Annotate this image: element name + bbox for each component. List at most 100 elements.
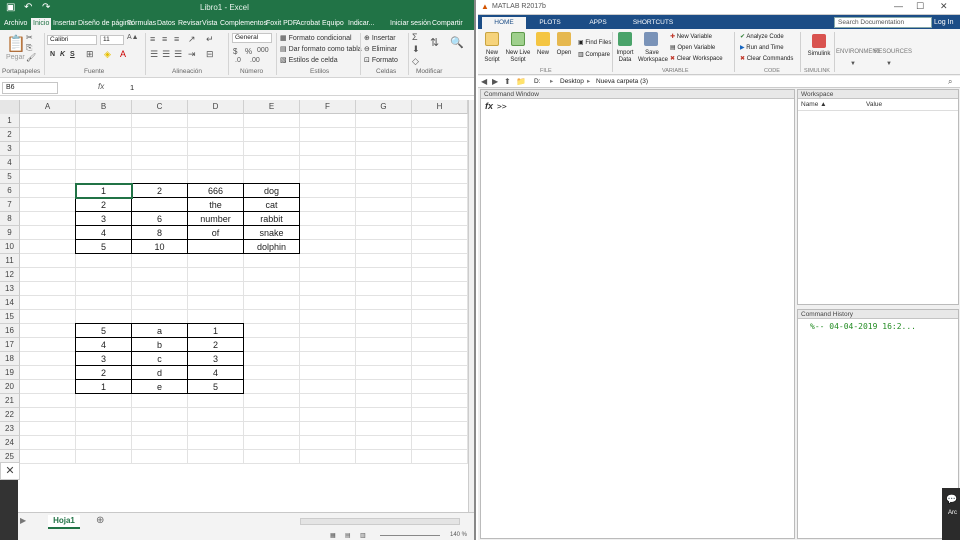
table1-cell[interactable]: 10 — [131, 239, 188, 254]
maximize-icon[interactable]: ☐ — [916, 1, 924, 12]
font-size-select[interactable]: 11 — [100, 35, 124, 45]
format-painter-icon[interactable]: 🖌 — [26, 53, 36, 62]
align-top-icon[interactable]: ≡ — [150, 34, 155, 44]
zoom-slider[interactable] — [380, 535, 440, 536]
tab-home[interactable]: HOME — [482, 17, 526, 29]
borders-icon[interactable]: ⊞ — [86, 49, 94, 60]
font-name-select[interactable]: Calibri — [47, 35, 97, 45]
page-break-icon[interactable]: ▥ — [360, 532, 366, 539]
insert-function-icon[interactable]: fx — [98, 82, 104, 91]
page-layout-icon[interactable]: ▤ — [345, 532, 351, 539]
table2-cell[interactable]: 4 — [187, 365, 244, 380]
workspace-panel[interactable]: Workspace Name ▲ Value — [797, 89, 959, 305]
tab-shortcuts[interactable]: SHORTCUTS — [628, 17, 678, 29]
new-script-button[interactable]: New Script — [480, 50, 504, 64]
table2-cell[interactable]: 3 — [187, 351, 244, 366]
history-entry[interactable]: %-- 04-04-2019 16:2... — [810, 322, 916, 331]
table2-cell[interactable]: 5 — [75, 323, 132, 338]
select-all-corner[interactable] — [0, 100, 20, 114]
sort-filter-icon[interactable]: ⇅ — [430, 36, 439, 49]
row-header-9[interactable]: 9 — [0, 226, 20, 240]
table1-cell[interactable]: 3 — [75, 211, 132, 226]
import-data-button[interactable]: Import Data — [612, 50, 638, 64]
normal-view-icon[interactable]: ▦ — [330, 532, 336, 539]
redo-icon[interactable]: ↷ — [42, 2, 50, 13]
table1-cell[interactable]: dolphin — [243, 239, 300, 254]
sheet-nav-right-icon[interactable]: ▶ — [20, 516, 26, 525]
fill-color-icon[interactable]: ◈ — [104, 49, 111, 60]
row-header-7[interactable]: 7 — [0, 198, 20, 212]
table1-cell[interactable]: 4 — [75, 225, 132, 240]
row-header-5[interactable]: 5 — [0, 170, 20, 184]
tab-acrobat[interactable]: Acrobat — [294, 18, 322, 30]
simulink-button[interactable]: Simulink — [804, 51, 834, 58]
save-workspace-button[interactable]: Save Workspace — [638, 50, 668, 64]
run-and-time-button[interactable]: ▶ Run and Time — [740, 44, 784, 51]
resources-chevron-icon[interactable]: ▼ — [884, 61, 894, 68]
formula-input[interactable]: 1 — [116, 81, 472, 95]
row-header-19[interactable]: 19 — [0, 366, 20, 380]
currency-icon[interactable]: $ — [233, 47, 237, 56]
analyze-code-button[interactable]: ✔ Analyze Code — [740, 33, 784, 40]
add-sheet-icon[interactable]: ⊕ — [96, 515, 104, 526]
breadcrumb-folder[interactable]: Nueva carpeta (3) — [596, 76, 648, 88]
command-window[interactable]: Command Window fx >> — [480, 89, 795, 539]
find-select-icon[interactable]: 🔍 — [450, 36, 464, 49]
up-folder-icon[interactable]: ⬆ — [504, 76, 511, 88]
align-right-icon[interactable]: ☰ — [174, 49, 182, 60]
chat-icon[interactable]: 💬 — [946, 494, 957, 505]
command-history-panel[interactable]: Command History %-- 04-04-2019 16:2... — [797, 309, 959, 539]
table2-cell[interactable]: 1 — [75, 379, 132, 394]
copy-icon[interactable]: ⎘ — [26, 43, 32, 53]
row-header-13[interactable]: 13 — [0, 282, 20, 296]
tab-apps[interactable]: APPS — [578, 17, 618, 29]
align-center-icon[interactable]: ☰ — [162, 49, 170, 60]
autosum-icon[interactable]: Σ — [412, 32, 418, 42]
workspace-col-value[interactable]: Value — [866, 101, 882, 108]
table1-cell[interactable]: 5 — [75, 239, 132, 254]
find-files-button[interactable]: ▣ Find Files — [578, 39, 611, 46]
save-icon[interactable]: ▣ — [6, 2, 15, 13]
tab-formulas[interactable]: Fórmulas — [125, 18, 158, 30]
row-header-6[interactable]: 6 — [0, 184, 20, 198]
vertical-scrollbar[interactable] — [468, 100, 474, 512]
wrap-text-icon[interactable]: ↵ — [206, 34, 214, 45]
tell-me-search[interactable]: Indicar... — [346, 18, 376, 30]
undo-icon[interactable]: ↶ — [24, 2, 32, 13]
spreadsheet-grid[interactable]: ABCDEFGH 1 2 3 4 5 6 7 8 9 10 11 12 13 14 15 16 17 18 19 20… — [0, 100, 470, 464]
table2-cell[interactable]: b — [131, 337, 188, 352]
search-folder-icon[interactable]: ⌕ — [948, 76, 952, 88]
delete-cells-button[interactable]: ⊖ Eliminar — [364, 45, 397, 53]
close-icon[interactable]: ✕ — [940, 1, 948, 12]
column-header-f[interactable]: F — [300, 100, 356, 114]
clear-icon[interactable]: ◇ — [412, 56, 419, 67]
table1-cell[interactable] — [131, 197, 188, 212]
row-header-17[interactable]: 17 — [0, 338, 20, 352]
zoom-level[interactable]: 140 % — [450, 532, 467, 538]
log-in-link[interactable]: Log In — [934, 17, 958, 28]
table2-cell[interactable]: 5 — [187, 379, 244, 394]
table1-cell[interactable]: number — [187, 211, 244, 226]
decimal-increase-icon[interactable]: .0 — [235, 57, 241, 64]
cell-styles-button[interactable]: ▧ Estilos de celda — [280, 56, 338, 64]
tab-vista[interactable]: Vista — [200, 18, 219, 30]
table1-cell[interactable]: the — [187, 197, 244, 212]
table1-cell[interactable]: snake — [243, 225, 300, 240]
column-header-b[interactable]: B — [76, 100, 132, 114]
column-header-a[interactable]: A — [20, 100, 76, 114]
number-format-select[interactable]: General — [232, 33, 272, 43]
font-grow-icon[interactable]: A▲ — [127, 34, 139, 41]
column-header-e[interactable]: E — [244, 100, 300, 114]
workspace-col-name[interactable]: Name ▲ — [801, 101, 827, 108]
table2-cell[interactable]: 4 — [75, 337, 132, 352]
table2-cell[interactable]: 1 — [187, 323, 244, 338]
horizontal-scrollbar[interactable] — [300, 518, 460, 525]
row-header-20[interactable]: 20 — [0, 380, 20, 394]
table2-cell[interactable]: e — [131, 379, 188, 394]
column-header-g[interactable]: G — [356, 100, 412, 114]
cut-icon[interactable]: ✂ — [26, 33, 33, 42]
table1-cell[interactable]: 8 — [131, 225, 188, 240]
new-button[interactable]: New — [534, 50, 552, 57]
italic-button[interactable]: K — [60, 51, 65, 58]
forward-icon[interactable]: ▶ — [492, 76, 498, 88]
